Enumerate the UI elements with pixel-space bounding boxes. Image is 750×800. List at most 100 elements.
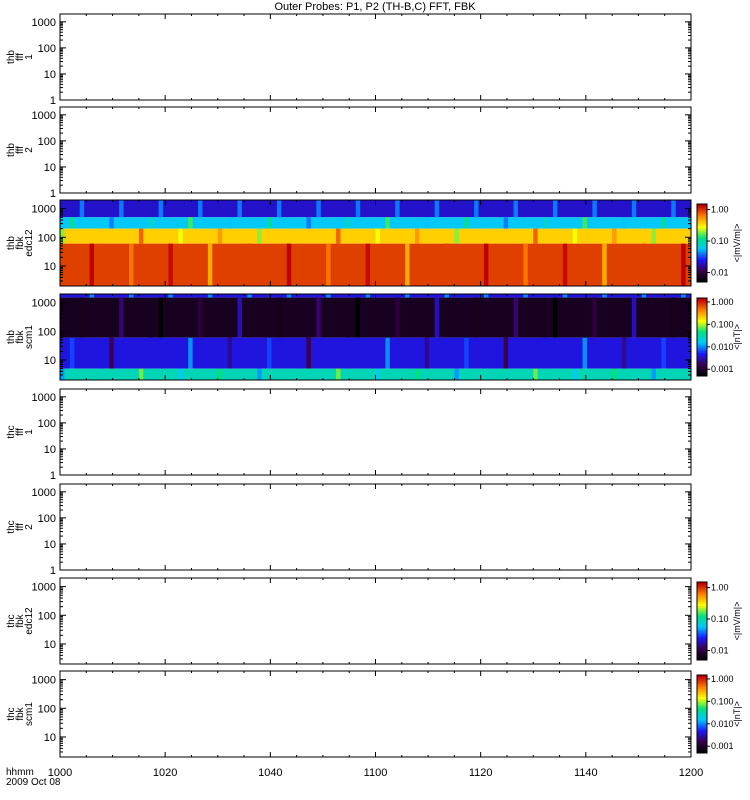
spectrogram-stripe xyxy=(119,200,124,218)
spectrogram-stripe xyxy=(148,337,154,369)
spectrogram-stripe xyxy=(523,294,528,298)
colorbar-tick-label: 1.000 xyxy=(711,674,734,684)
spectrogram-stripe xyxy=(129,294,134,298)
y-tick-label: 100 xyxy=(38,326,56,338)
spectrogram-stripe xyxy=(513,297,518,338)
panel-label: thcfff1 xyxy=(6,425,35,438)
spectrogram-stripe xyxy=(651,368,656,380)
spectrogram-stripe xyxy=(178,228,183,244)
y-tick-label: 1000 xyxy=(32,582,56,594)
spectrogram-stripe xyxy=(493,368,499,380)
spectrogram-stripe xyxy=(79,297,85,338)
spectrogram-stripe xyxy=(483,294,489,298)
spectrogram-stripe xyxy=(158,200,164,218)
panel-6: 1 10 100 1000 thcfff2 xyxy=(6,483,692,577)
spectrogram-stripe xyxy=(227,337,233,369)
colorbar-tick-label: 0.010 xyxy=(711,342,734,352)
spectrogram-stripe xyxy=(138,368,144,380)
spectrogram-stripe xyxy=(671,200,676,218)
panel-label-line: scm1 xyxy=(24,702,35,726)
panel-5: 1 10 100 1000 thcfff1 xyxy=(6,388,692,482)
spectrogram-stripe xyxy=(326,243,331,286)
spectrogram-stripe xyxy=(109,337,114,369)
panel-label-line: scm1 xyxy=(24,325,35,349)
y-tick-label: 1000 xyxy=(32,675,56,687)
panel-frame xyxy=(59,13,692,101)
spectrogram-stripe xyxy=(602,294,607,298)
spectrogram-stripe xyxy=(326,294,331,298)
spectrogram-stripe xyxy=(582,217,587,229)
spectrogram-stripe xyxy=(641,294,647,298)
spectrogram-stripe xyxy=(503,217,509,229)
spectrogram-stripe xyxy=(316,200,321,218)
spectrogram-stripe xyxy=(612,228,617,244)
spectrogram-stripe xyxy=(69,337,75,369)
panel-frame xyxy=(59,106,692,194)
panel-1: 1 10 100 1000 thbfff1 xyxy=(6,13,692,107)
time-tick-label: 1200 xyxy=(679,767,703,779)
spectrogram-stripe xyxy=(89,294,95,298)
colorbar-tick-label: 0.010 xyxy=(711,719,734,729)
y-tick-label: 10 xyxy=(44,162,56,174)
y-tick-label: 10 xyxy=(44,261,56,273)
spectrogram-stripe xyxy=(621,217,627,229)
colorbar-label: <|mV/m|> xyxy=(732,602,742,641)
spectrogram-stripe xyxy=(533,228,538,244)
spectrogram-stripe xyxy=(424,337,430,369)
panel-label-line: 1 xyxy=(24,429,35,435)
spectrogram-stripe xyxy=(552,297,558,338)
spectrogram-stripe xyxy=(414,368,420,380)
spectrogram-band xyxy=(60,217,691,229)
spectrogram-stripe xyxy=(444,243,449,286)
panel-label: thbfff2 xyxy=(6,143,35,157)
spectrogram-stripe xyxy=(592,200,597,218)
panel-label: thbfff1 xyxy=(6,50,35,64)
spectrogram-figure: Outer Probes: P1, P2 (TH-B,C) FFT, FBK 1… xyxy=(6,1,742,788)
y-tick-label: 100 xyxy=(38,703,56,715)
spectrogram-stripe xyxy=(681,243,686,286)
y-tick-label: 1000 xyxy=(32,110,56,122)
y-tick-label: 1000 xyxy=(32,204,56,216)
spectrogram-stripe xyxy=(247,243,252,286)
colorbar-tick-label: 0.10 xyxy=(711,614,729,624)
spectrogram-stripe xyxy=(296,228,302,244)
spectrogram-stripe xyxy=(89,243,95,286)
colorbar-tick-label: 1.000 xyxy=(711,297,734,307)
y-tick-label: 1000 xyxy=(32,392,56,404)
spectrogram-stripe xyxy=(207,243,213,286)
spectrogram-stripe xyxy=(543,217,548,229)
spectrogram-stripe xyxy=(237,297,242,338)
panel-label: thcfff2 xyxy=(6,520,35,533)
spectrogram-stripe xyxy=(562,294,568,298)
time-tick-label: 1140 xyxy=(574,767,598,779)
y-tick-label: 100 xyxy=(38,136,56,148)
spectrogram-stripe xyxy=(247,294,252,298)
spectrogram-stripe xyxy=(217,228,223,244)
panel-3: 10 100 1000 thbfbkedc12 1.00 0.10 0.01<|mV/m|> xyxy=(6,199,742,287)
spectrogram-stripe xyxy=(405,294,410,298)
colorbar-label: <|nT|> xyxy=(732,324,742,350)
spectrogram-stripe xyxy=(612,368,617,380)
time-axis-date: 2009 Oct 08 xyxy=(6,777,61,788)
spectrogram-stripe xyxy=(552,200,558,218)
spectrogram-stripe xyxy=(464,337,469,369)
spectrogram-stripe xyxy=(365,294,371,298)
spectrogram-stripe xyxy=(424,217,430,229)
panel-label: thcfbkedc12 xyxy=(6,607,35,635)
spectrogram-stripe xyxy=(345,217,351,229)
spectrogram-stripe xyxy=(651,228,656,244)
spectrogram-stripe xyxy=(69,217,75,229)
spectrogram-stripe xyxy=(188,337,193,369)
time-tick-label: 1040 xyxy=(258,767,282,779)
spectrogram-stripe xyxy=(464,217,469,229)
spectrogram-stripe xyxy=(178,368,183,380)
spectrogram-stripe xyxy=(198,200,203,218)
figure-title: Outer Probes: P1, P2 (TH-B,C) FFT, FBK xyxy=(274,1,476,13)
spectrogram-stripe xyxy=(572,228,578,244)
panel-frame xyxy=(59,483,692,571)
spectrogram-stripe xyxy=(621,337,627,369)
y-tick-label: 1 xyxy=(50,188,56,200)
panel-frame xyxy=(59,670,692,758)
spectrogram-stripe xyxy=(99,368,104,380)
y-tick-label: 10 xyxy=(44,539,56,551)
